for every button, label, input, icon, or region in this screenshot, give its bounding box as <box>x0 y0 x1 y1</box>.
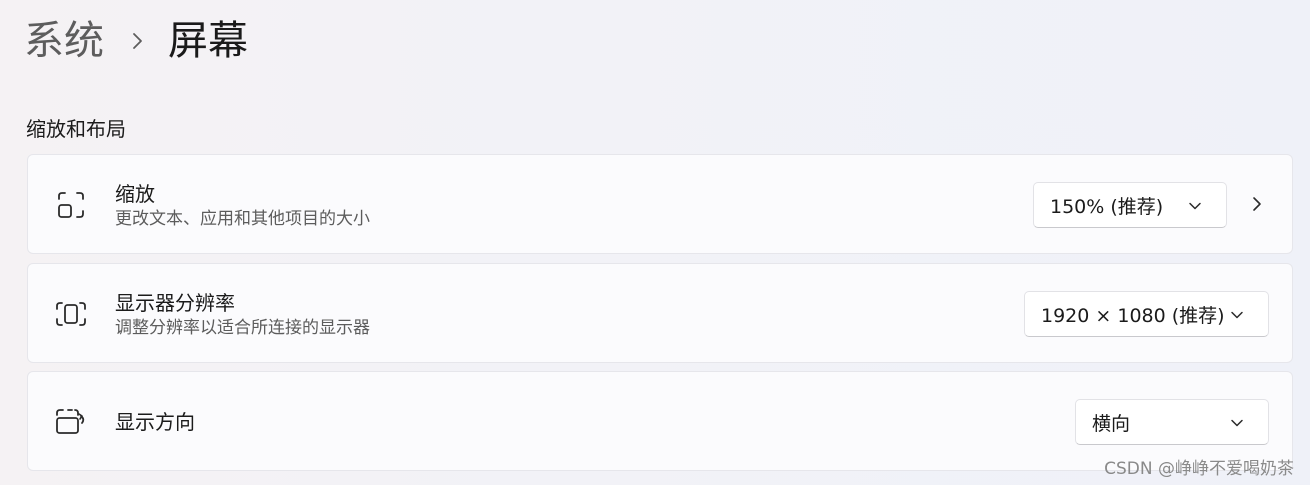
scale-dropdown-value: 150% (推荐) <box>1050 195 1164 218</box>
scale-title: 缩放 <box>115 182 155 206</box>
page-title: 屏幕 <box>168 18 248 64</box>
watermark: CSDN @峥峥不爱喝奶茶 <box>1104 459 1294 479</box>
orientation-icon <box>56 409 85 434</box>
resolution-dropdown[interactable]: 1920 × 1080 (推荐) <box>1024 291 1269 337</box>
resolution-icon <box>56 302 86 326</box>
chevron-down-icon <box>1231 419 1243 427</box>
resolution-description: 调整分辨率以适合所连接的显示器 <box>115 318 370 338</box>
section-title: 缩放和布局 <box>26 117 126 141</box>
breadcrumb: 系统 屏幕 <box>24 14 248 68</box>
orientation-dropdown-value: 横向 <box>1092 412 1131 435</box>
resolution-dropdown-value: 1920 × 1080 (推荐) <box>1041 304 1225 327</box>
orientation-setting-row: 显示方向 横向 <box>27 371 1293 471</box>
scale-dropdown[interactable]: 150% (推荐) <box>1033 182 1227 228</box>
scale-icon <box>58 192 84 218</box>
chevron-down-icon <box>1231 311 1243 319</box>
scale-setting-row[interactable]: 缩放 更改文本、应用和其他项目的大小 150% (推荐) <box>27 154 1293 254</box>
chevron-right-icon[interactable] <box>1248 195 1266 213</box>
scale-description: 更改文本、应用和其他项目的大小 <box>115 209 370 229</box>
orientation-title: 显示方向 <box>115 410 195 434</box>
chevron-down-icon <box>1189 202 1201 210</box>
resolution-title: 显示器分辨率 <box>115 291 235 315</box>
chevron-right-icon <box>133 33 142 49</box>
orientation-dropdown[interactable]: 横向 <box>1075 399 1269 445</box>
breadcrumb-system-link[interactable]: 系统 <box>24 21 104 61</box>
resolution-setting-row: 显示器分辨率 调整分辨率以适合所连接的显示器 1920 × 1080 (推荐) <box>27 263 1293 363</box>
